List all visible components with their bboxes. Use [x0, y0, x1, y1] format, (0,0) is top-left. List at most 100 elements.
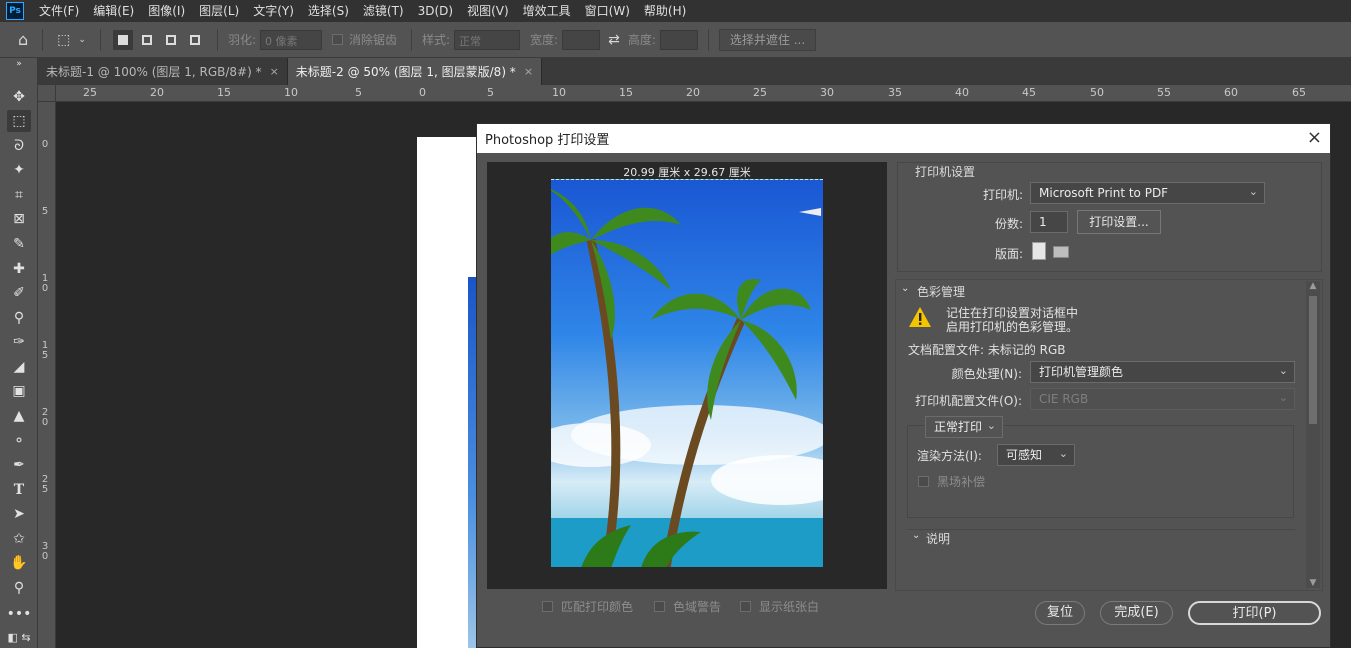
- home-icon[interactable]: ⌂: [18, 30, 28, 49]
- menu-image[interactable]: 图像(I): [141, 0, 192, 22]
- gamut-warning-option[interactable]: 色域警告: [654, 598, 721, 615]
- menu-view[interactable]: 视图(V): [460, 0, 516, 22]
- move-tool-icon[interactable]: ✥: [7, 86, 31, 108]
- chevron-down-icon[interactable]: ⌄: [912, 530, 920, 541]
- copies-input[interactable]: 1: [1030, 211, 1068, 233]
- print-settings-button[interactable]: 打印设置...: [1077, 210, 1161, 234]
- ruler-tick-label: 15: [41, 341, 49, 361]
- chevron-down-icon[interactable]: ⌄: [901, 283, 909, 294]
- close-icon[interactable]: ×: [1307, 127, 1322, 148]
- path-selection-tool-icon[interactable]: ➤: [7, 503, 31, 525]
- scrollbar[interactable]: ▲ ▼: [1306, 281, 1320, 588]
- description-title: 说明: [926, 532, 951, 546]
- scroll-down-icon[interactable]: ▼: [1306, 578, 1320, 588]
- width-input[interactable]: [562, 29, 601, 50]
- print-button[interactable]: 打印(P): [1188, 601, 1321, 625]
- healing-brush-tool-icon[interactable]: ✚: [7, 258, 31, 280]
- dodge-tool-icon[interactable]: ⚬: [7, 430, 31, 452]
- tab-label: 未标题-1 @ 100% (图层 1, RGB/8#) *: [46, 65, 262, 79]
- ruler-tick-label: 15: [217, 86, 231, 99]
- add-selection-button[interactable]: [137, 30, 157, 50]
- landscape-layout-icon[interactable]: [1053, 246, 1069, 258]
- black-point-option[interactable]: 黑场补偿: [918, 473, 985, 490]
- tab-untitled-1[interactable]: 未标题-1 @ 100% (图层 1, RGB/8#) * ×: [38, 58, 288, 85]
- preview-image[interactable]: [551, 179, 823, 567]
- subtract-selection-button[interactable]: [161, 30, 181, 50]
- eraser-tool-icon[interactable]: ◢: [7, 356, 31, 378]
- ruler-tick-label: 60: [1224, 86, 1238, 99]
- swap-icon[interactable]: ⇄: [608, 32, 620, 48]
- printer-profile-select[interactable]: CIE RGB ⌄: [1030, 388, 1295, 410]
- color-handling-select[interactable]: 打印机管理颜色 ⌄: [1030, 361, 1295, 383]
- ruler-digit: 5: [41, 350, 49, 361]
- scroll-up-icon[interactable]: ▲: [1306, 281, 1320, 291]
- marquee-tool-icon[interactable]: ⬚: [7, 110, 31, 132]
- chevron-down-icon[interactable]: ⌄: [78, 35, 86, 45]
- antialias-checkbox[interactable]: [331, 34, 343, 45]
- menu-window[interactable]: 窗口(W): [578, 0, 637, 22]
- menu-3d[interactable]: 3D(D): [411, 0, 460, 22]
- brush-tool-icon[interactable]: ✐: [7, 282, 31, 304]
- black-point-checkbox[interactable]: [918, 476, 929, 487]
- color-swap-icon[interactable]: ◧ ⇆: [7, 626, 31, 648]
- frame-tool-icon[interactable]: ⊠: [7, 208, 31, 230]
- match-print-colors-checkbox[interactable]: [542, 601, 553, 612]
- gradient-tool-icon[interactable]: ▣: [7, 380, 31, 402]
- feather-label: 羽化:: [227, 33, 256, 47]
- show-paper-white-option[interactable]: 显示纸张白: [740, 598, 819, 615]
- menu-filter[interactable]: 滤镜(T): [356, 0, 411, 22]
- menu-file[interactable]: 文件(F): [32, 0, 86, 22]
- reset-button[interactable]: 复位: [1035, 601, 1085, 625]
- history-brush-tool-icon[interactable]: ✑: [7, 331, 31, 353]
- divider: [216, 28, 218, 51]
- marquee-preset-icon[interactable]: ⬚: [57, 32, 70, 48]
- divider: [411, 28, 412, 51]
- match-print-colors-option[interactable]: 匹配打印颜色: [542, 598, 633, 615]
- menu-type[interactable]: 文字(Y): [246, 0, 301, 22]
- lasso-tool-icon[interactable]: ᘐ: [7, 135, 31, 157]
- ruler-tick-label: 5: [487, 86, 494, 99]
- zoom-tool-icon[interactable]: ⚲: [7, 577, 31, 599]
- menu-plugins[interactable]: 增效工具: [516, 0, 578, 22]
- scroll-thumb[interactable]: [1309, 296, 1317, 424]
- menu-layer[interactable]: 图层(L): [192, 0, 246, 22]
- print-mode-select[interactable]: 正常打印 ⌄: [925, 416, 1003, 438]
- more-tools-icon[interactable]: •••: [7, 603, 32, 625]
- hand-tool-icon[interactable]: ✋: [7, 552, 31, 574]
- portrait-layout-icon[interactable]: [1032, 242, 1046, 260]
- tab-untitled-2[interactable]: 未标题-2 @ 50% (图层 1, 图层蒙版/8) * ×: [287, 58, 543, 85]
- pen-tool-icon[interactable]: ✒: [7, 454, 31, 476]
- select-and-mask-button[interactable]: 选择并遮住 ...: [718, 28, 817, 51]
- paper-size-label: 20.99 厘米 x 29.67 厘米: [623, 166, 751, 179]
- black-point-label: 黑场补偿: [937, 475, 986, 489]
- clone-stamp-tool-icon[interactable]: ⚲: [7, 307, 31, 329]
- crop-tool-icon[interactable]: ⌗: [7, 184, 31, 206]
- intersect-selection-button[interactable]: [185, 30, 205, 50]
- close-icon[interactable]: ×: [524, 65, 533, 78]
- menu-help[interactable]: 帮助(H): [637, 0, 693, 22]
- eyedropper-tool-icon[interactable]: ✎: [7, 233, 31, 255]
- done-button[interactable]: 完成(E): [1100, 601, 1173, 625]
- menu-edit[interactable]: 编辑(E): [86, 0, 141, 22]
- tools-panel: » ✥ ⬚ ᘐ ✦ ⌗ ⊠ ✎ ✚ ✐ ⚲ ✑ ◢ ▣ ▲ ⚬ ✒ T ➤ ✩ …: [0, 58, 38, 648]
- new-selection-button[interactable]: [112, 29, 133, 50]
- shape-tool-icon[interactable]: ✩: [7, 528, 31, 550]
- show-paper-white-checkbox[interactable]: [740, 601, 751, 612]
- ruler-digit: 5: [41, 206, 49, 217]
- feather-input[interactable]: 0 像素: [259, 29, 322, 50]
- ruler-tick-label: 5: [41, 207, 49, 217]
- magic-wand-tool-icon[interactable]: ✦: [7, 159, 31, 181]
- blur-tool-icon[interactable]: ▲: [7, 405, 31, 427]
- rendering-intent-select[interactable]: 可感知 ⌄: [997, 444, 1075, 466]
- printer-select[interactable]: Microsoft Print to PDF ⌄: [1030, 182, 1265, 204]
- printer-settings-title: 打印机设置: [915, 165, 976, 179]
- close-icon[interactable]: ×: [270, 65, 279, 78]
- ruler-tick-label: 0: [419, 86, 426, 99]
- style-select[interactable]: 正常: [454, 29, 521, 50]
- gamut-warning-checkbox[interactable]: [654, 601, 665, 612]
- rendering-intent-value: 可感知: [1006, 448, 1043, 462]
- height-input[interactable]: [659, 29, 698, 50]
- menu-select[interactable]: 选择(S): [301, 0, 356, 22]
- type-tool-icon[interactable]: T: [7, 479, 31, 501]
- collapse-icon[interactable]: »: [7, 58, 31, 70]
